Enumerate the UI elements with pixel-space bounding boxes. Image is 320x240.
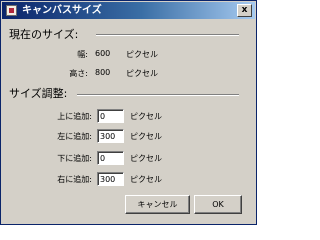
add-bottom-input[interactable] <box>97 151 124 165</box>
cancel-button[interactable]: キャンセル <box>125 195 190 214</box>
add-bottom-unit: ピクセル <box>130 154 162 163</box>
add-top-label: 上に追加: <box>57 112 92 121</box>
canvas-app-icon <box>6 5 17 16</box>
add-left-unit: ピクセル <box>130 132 162 141</box>
add-left-input[interactable] <box>97 129 124 143</box>
size-adjust-heading: サイズ調整: <box>9 87 68 100</box>
add-bottom-label: 下に追加: <box>57 154 92 163</box>
height-value: 800 <box>95 68 111 77</box>
height-label: 高さ: <box>69 69 88 78</box>
height-unit: ピクセル <box>126 69 158 78</box>
ok-button[interactable]: OK <box>194 195 242 214</box>
title-bar[interactable]: キャンバスサイズ x <box>2 2 255 19</box>
width-value: 600 <box>95 49 111 58</box>
close-icon[interactable]: x <box>237 4 252 17</box>
current-size-heading: 現在のサイズ: <box>9 28 79 41</box>
add-right-label: 右に追加: <box>57 175 92 184</box>
width-label: 幅: <box>77 50 88 59</box>
add-right-input[interactable] <box>97 172 124 186</box>
canvas-size-dialog: キャンバスサイズ x 現在のサイズ: 幅: 600 ピクセル 高さ: 800 ピ… <box>0 0 257 225</box>
add-left-label: 左に追加: <box>57 132 92 141</box>
add-top-input[interactable] <box>97 109 124 123</box>
size-adjust-separator <box>77 94 239 96</box>
add-right-unit: ピクセル <box>130 175 162 184</box>
add-top-unit: ピクセル <box>130 112 162 121</box>
current-size-separator <box>96 34 239 36</box>
window-title: キャンバスサイズ <box>22 5 102 16</box>
width-unit: ピクセル <box>126 50 158 59</box>
